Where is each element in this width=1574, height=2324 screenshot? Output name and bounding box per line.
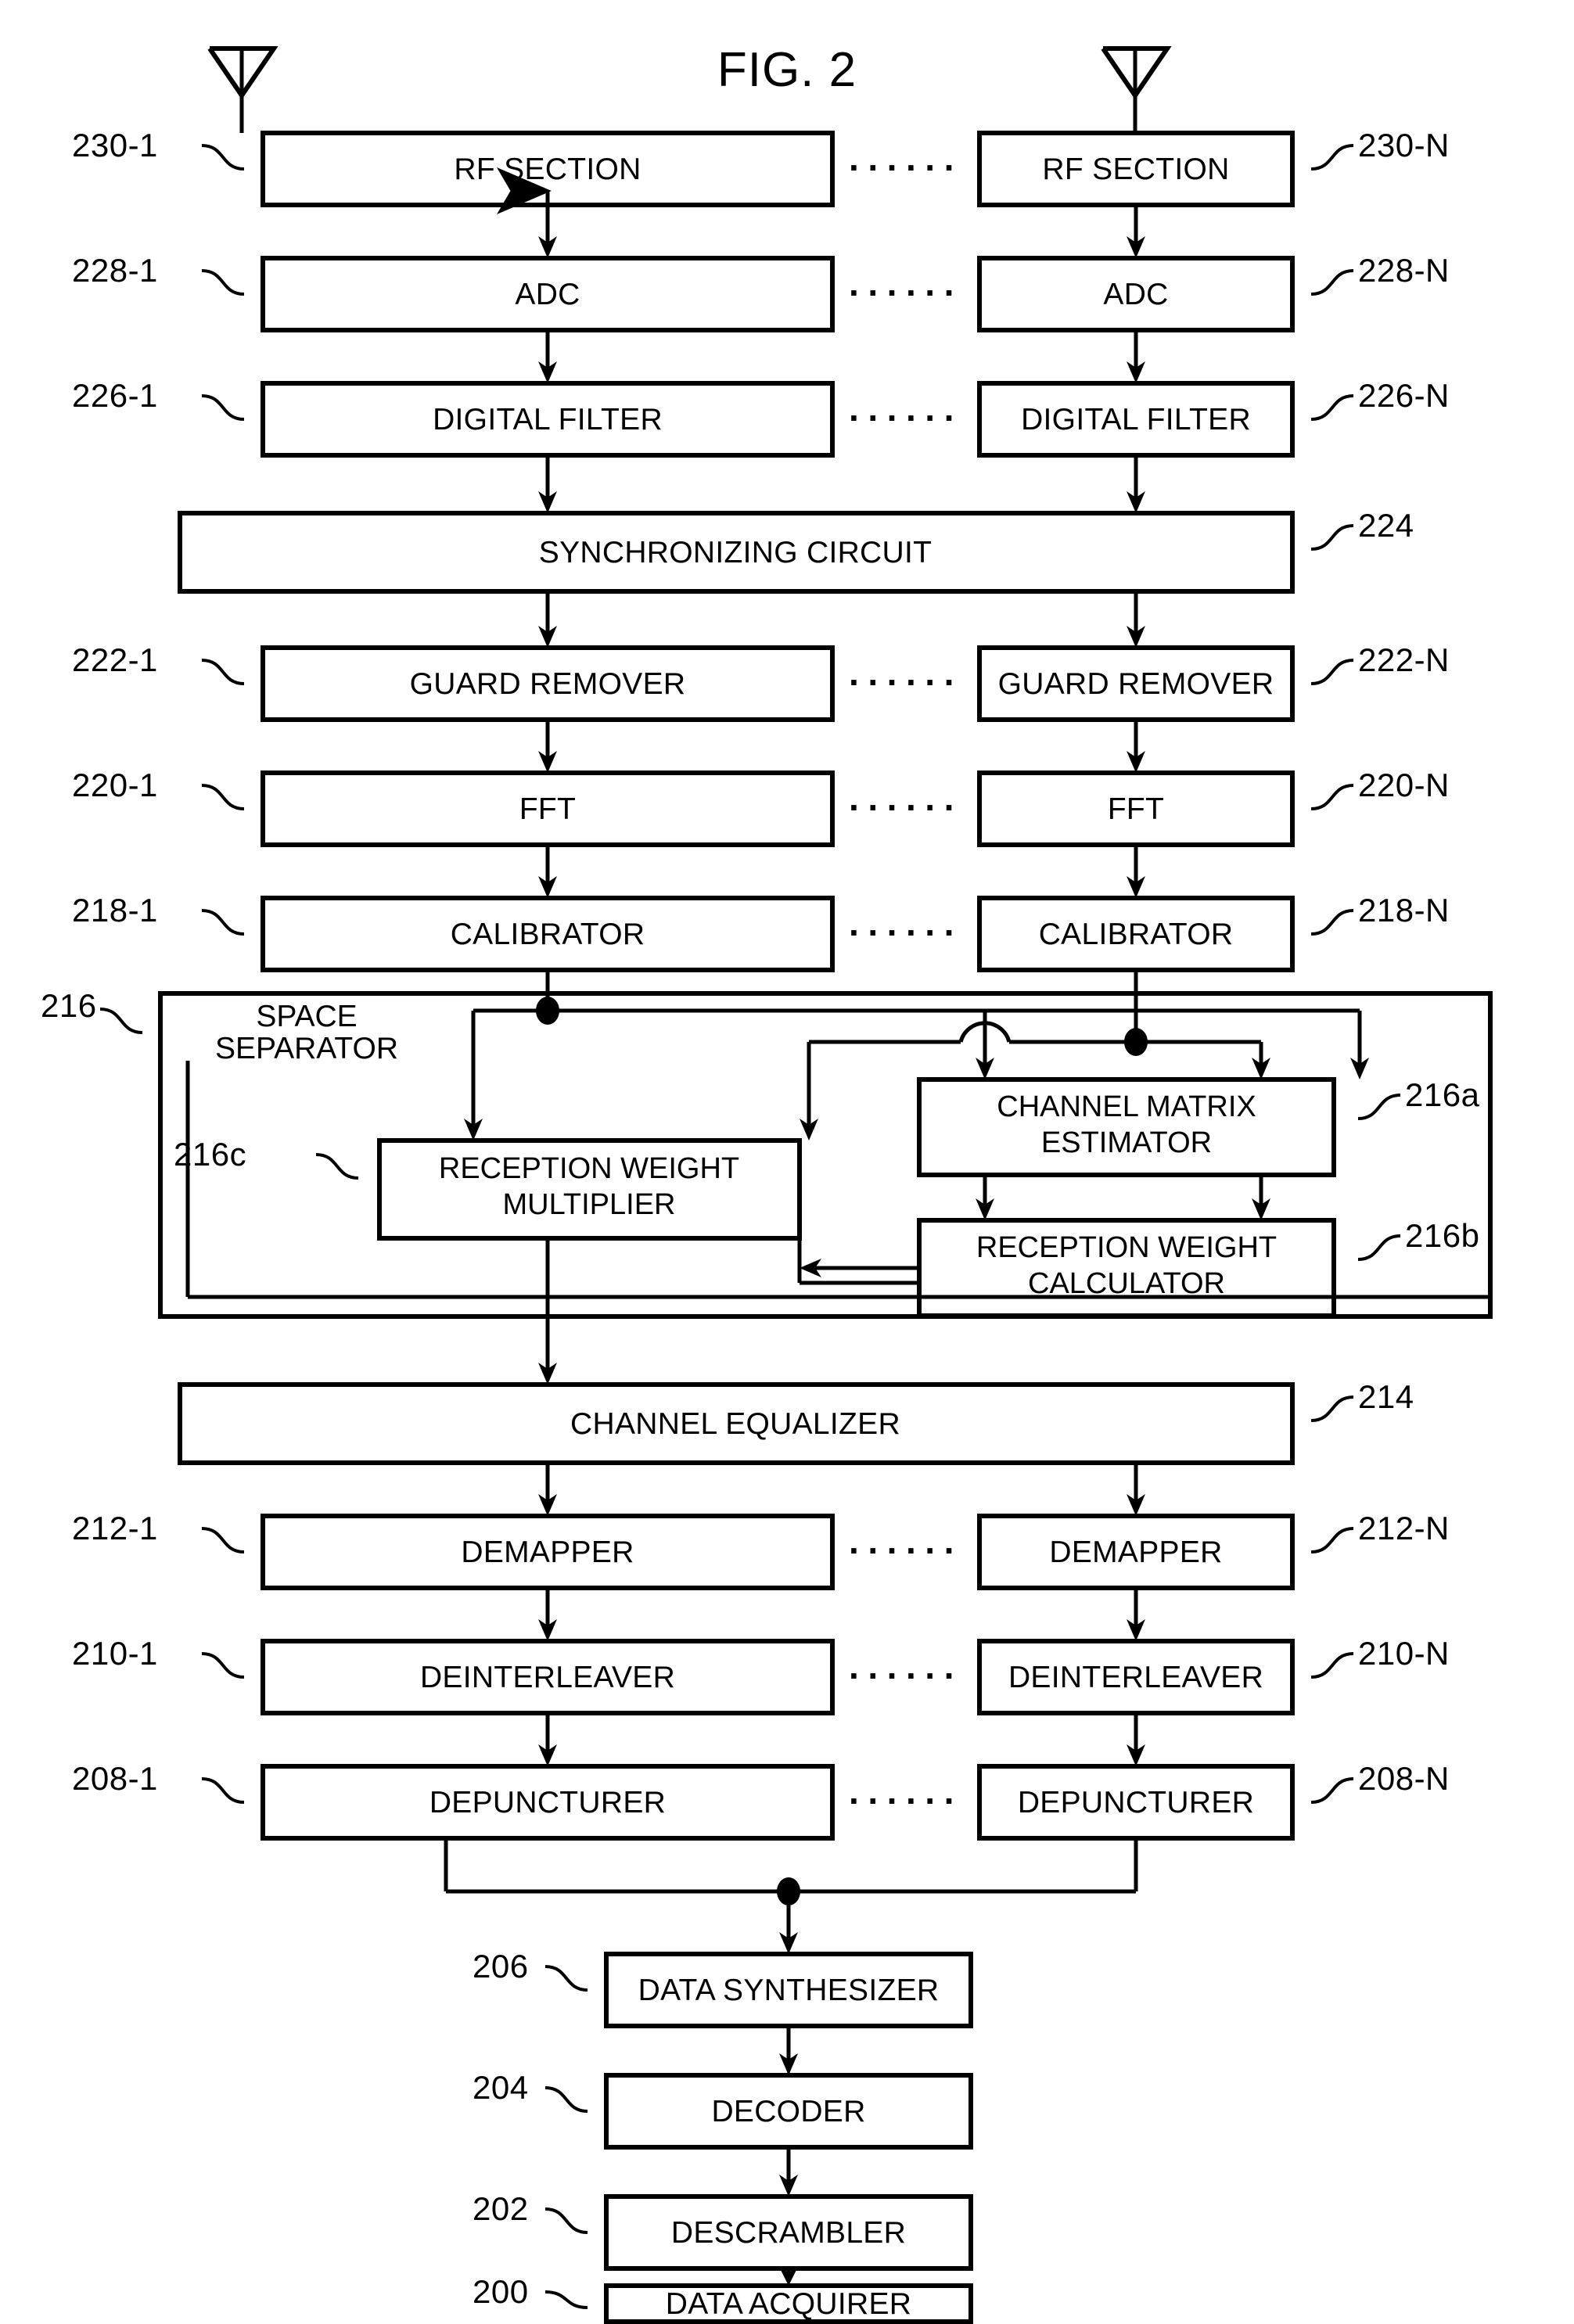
leader-demapper-n [1310,1527,1354,1554]
block-label-fft-1: FFT [519,792,576,826]
leader-demapper-1 [201,1527,245,1554]
page-title: FIG. 2 [717,43,857,97]
ellipsis-row-10: ······ [849,1530,963,1571]
leader-adc-n [1310,269,1354,296]
patent-diagram-svg: FIG. 2 RF SECTION 230-1 RF SECTION 230-N… [41,43,1493,2324]
leader-channel-equalizer [1310,1395,1354,1422]
leader-rf-section-1 [201,144,245,171]
leader-data-synthesizer [544,1965,588,1992]
figure-canvas: FIG. 2 RF SECTION 230-1 RF SECTION 230-N… [0,0,1574,2324]
ref-demapper-1: 212-1 [72,1510,158,1546]
block-label-space-separator-line1: SPACE [256,1000,357,1033]
block-label-fft-n: FFT [1108,792,1164,826]
leader-rwc [1357,1234,1401,1261]
ref-channel-equalizer: 214 [1358,1378,1414,1415]
leader-rf-section-n [1310,144,1354,171]
block-label-depuncturer-n: DEPUNCTURER [1018,1786,1254,1819]
leader-depuncturer-1 [201,1777,245,1804]
ellipsis-row-11: ······ [849,1655,963,1696]
ellipsis-row-1: ······ [849,147,963,188]
ref-depuncturer-n: 208-N [1358,1760,1450,1797]
block-label-deinterleaver-n: DEINTERLEAVER [1008,1661,1263,1694]
leader-digital-filter-1 [201,394,245,421]
ref-data-acquirer: 200 [473,2273,529,2310]
block-label-calibrator-1: CALIBRATOR [451,918,645,951]
block-label-space-separator-line2: SEPARATOR [215,1032,398,1065]
ref-depuncturer-1: 208-1 [72,1760,158,1797]
block-label-guard-remover-1: GUARD REMOVER [410,667,686,701]
block-label-rf-section-n: RF SECTION [1042,153,1229,186]
ref-deinterleaver-1: 210-1 [72,1635,158,1672]
leader-calibrator-1 [201,909,245,936]
ref-guard-remover-1: 222-1 [72,641,158,678]
leader-calibrator-n [1310,909,1354,936]
leader-guard-remover-n [1310,659,1354,685]
block-label-rf-section-1: RF SECTION [454,153,641,186]
ellipsis-row-2: ······ [849,272,963,313]
ref-cme: 216a [1405,1076,1480,1113]
ref-rwm: 216c [174,1136,246,1173]
ellipsis-row-5: ······ [849,662,963,702]
ref-adc-n: 228-N [1358,252,1450,289]
ref-synchronizing-circuit: 224 [1358,507,1414,544]
block-label-data-acquirer: DATA ACQUIRER [666,2287,912,2321]
leader-cme [1357,1094,1401,1120]
block-label-descrambler: DESCRAMBLER [671,2216,906,2250]
leader-digital-filter-n [1310,394,1354,421]
ref-deinterleaver-n: 210-N [1358,1635,1450,1672]
ellipsis-row-7: ······ [849,912,963,953]
leader-synchronizing-circuit [1310,524,1354,551]
leader-space-separator [99,1008,143,1034]
block-label-rwc-line1: RECEPTION WEIGHT [976,1231,1277,1264]
leader-decoder [544,2086,588,2113]
leader-guard-remover-1 [201,659,245,685]
leader-adc-1 [201,269,245,296]
ref-digital-filter-1: 226-1 [72,377,158,414]
block-label-cme-line2: ESTIMATOR [1041,1126,1212,1159]
block-label-synchronizing-circuit: SYNCHRONIZING CIRCUIT [539,536,932,569]
ref-calibrator-1: 218-1 [72,892,158,929]
ref-adc-1: 228-1 [72,252,158,289]
ellipsis-row-6: ······ [849,787,963,828]
leader-deinterleaver-1 [201,1652,245,1679]
block-label-decoder: DECODER [711,2095,865,2128]
ref-space-separator: 216 [41,987,97,1024]
block-label-rwm-line2: MULTIPLIER [502,1188,675,1221]
leader-rwm [315,1153,359,1180]
ref-calibrator-n: 218-N [1358,892,1450,929]
ref-digital-filter-n: 226-N [1358,377,1450,414]
ref-fft-n: 220-N [1358,767,1450,803]
block-label-channel-equalizer: CHANNEL EQUALIZER [570,1407,900,1441]
block-label-adc-1: ADC [515,278,580,311]
block-label-depuncturer-1: DEPUNCTURER [429,1786,666,1819]
block-label-digital-filter-n: DIGITAL FILTER [1021,403,1251,436]
ellipsis-row-3: ······ [849,397,963,438]
ellipsis-row-12: ······ [849,1780,963,1821]
ref-rwc: 216b [1405,1217,1479,1254]
ref-fft-1: 220-1 [72,767,158,803]
block-label-demapper-1: DEMAPPER [461,1536,634,1569]
block-label-data-synthesizer: DATA SYNTHESIZER [638,1974,940,2007]
leader-fft-1 [201,784,245,810]
block-label-rwm-line1: RECEPTION WEIGHT [439,1152,739,1185]
ref-decoder: 204 [473,2069,529,2106]
leader-data-acquirer [544,2290,588,2309]
ref-rf-section-n: 230-N [1358,127,1450,163]
leader-descrambler [544,2207,588,2234]
ref-data-synthesizer: 206 [473,1948,529,1985]
ref-descrambler: 202 [473,2190,529,2227]
block-label-cme-line1: CHANNEL MATRIX [997,1090,1256,1123]
block-label-adc-n: ADC [1103,278,1168,311]
ref-demapper-n: 212-N [1358,1510,1450,1546]
block-label-guard-remover-n: GUARD REMOVER [998,667,1274,701]
leader-deinterleaver-n [1310,1652,1354,1679]
block-label-demapper-n: DEMAPPER [1049,1536,1222,1569]
block-label-deinterleaver-1: DEINTERLEAVER [420,1661,675,1694]
block-label-digital-filter-1: DIGITAL FILTER [433,403,663,436]
block-label-calibrator-n: CALIBRATOR [1039,918,1234,951]
leader-fft-n [1310,784,1354,810]
ref-guard-remover-n: 222-N [1358,641,1450,678]
leader-depuncturer-n [1310,1777,1354,1804]
ref-rf-section-1: 230-1 [72,127,158,163]
